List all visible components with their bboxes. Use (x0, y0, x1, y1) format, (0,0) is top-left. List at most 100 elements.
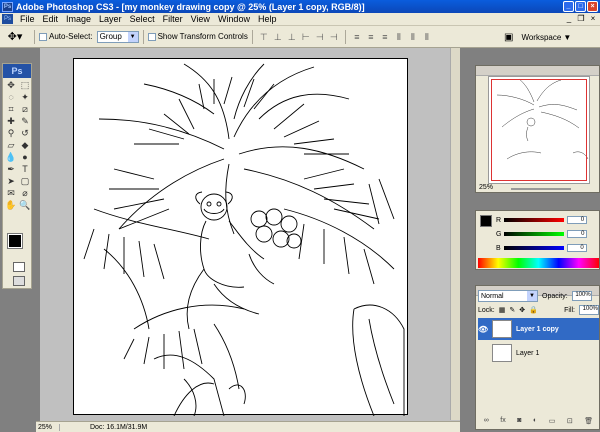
brush-tool[interactable]: ✎ (18, 115, 32, 127)
align-bottom-icon[interactable]: ⊥ (286, 31, 298, 43)
marquee-tool[interactable]: ⬚ (18, 79, 32, 91)
history-brush-tool[interactable]: ↺ (18, 127, 32, 139)
toolbox: Ps ✥ ⬚ ◌ ✦ ⌗ ⧄ ✚ ✎ ⚲ ↺ ▱ ◆ 💧 ● ✒ T ➤ ▢ ✉… (2, 63, 32, 289)
fill-input[interactable]: 100% (579, 305, 599, 315)
pen-tool[interactable]: ✒ (4, 163, 18, 175)
clone-stamp-tool[interactable]: ⚲ (4, 127, 18, 139)
navigator-zoom[interactable]: 25% (479, 184, 493, 191)
screen-mode-icon[interactable] (13, 276, 25, 286)
fx-icon[interactable]: fx (500, 417, 505, 427)
new-layer-icon[interactable]: ⊡ (567, 417, 573, 427)
chevron-down-icon: ▼ (563, 32, 572, 42)
color-panel: R 0 G 0 B 0 (475, 210, 600, 270)
distribute-top-icon[interactable]: ≡ (351, 31, 363, 43)
move-tool-icon[interactable]: ✥▾ (0, 30, 30, 43)
navigator-thumbnail[interactable] (488, 76, 590, 184)
menu-file[interactable]: File (16, 14, 39, 24)
lock-all-icon[interactable]: 🔒 (529, 306, 538, 314)
path-selection-tool[interactable]: ➤ (4, 175, 18, 187)
menu-select[interactable]: Select (126, 14, 159, 24)
lasso-tool[interactable]: ◌ (4, 91, 18, 103)
layer-row[interactable]: 👁 Layer 1 copy (478, 318, 599, 340)
menu-window[interactable]: Window (214, 14, 254, 24)
folder-icon[interactable]: ▭ (549, 417, 556, 427)
layers-panel: Normal ▼ Opacity: 100% Lock: ▦ ✎ ✥ 🔒 Fil… (475, 285, 600, 430)
move-tool[interactable]: ✥ (4, 79, 18, 91)
vertical-scrollbar[interactable] (450, 48, 460, 420)
foreground-color-swatch[interactable] (7, 233, 23, 249)
maximize-button[interactable]: □ (575, 1, 586, 12)
menu-view[interactable]: View (187, 14, 214, 24)
type-tool[interactable]: T (18, 163, 32, 175)
color-spectrum[interactable] (478, 258, 599, 268)
show-transform-checkbox[interactable] (147, 32, 156, 41)
workspace-button[interactable]: ▣ Workspace ▼ (504, 30, 600, 44)
navigator-tabs[interactable] (476, 66, 599, 76)
distribute-left-icon[interactable]: ⫴ (393, 31, 405, 43)
photoshop-app-icon: Ps (2, 1, 13, 12)
align-vcenter-icon[interactable]: ⊥ (272, 31, 284, 43)
green-slider[interactable] (504, 232, 565, 236)
slice-tool[interactable]: ⧄ (18, 103, 32, 115)
align-right-icon[interactable]: ⊣ (328, 31, 340, 43)
trash-icon[interactable]: 🗑 (584, 417, 593, 427)
doc-restore-icon[interactable]: ❐ (576, 14, 586, 24)
distribute-right-icon[interactable]: ⫴ (421, 31, 433, 43)
mask-icon[interactable]: ◙ (517, 417, 521, 427)
menu-filter[interactable]: Filter (159, 14, 187, 24)
blue-value[interactable]: 0 (566, 244, 587, 252)
opacity-input[interactable]: 100% (571, 291, 592, 301)
distribute-hcenter-icon[interactable]: ⫴ (407, 31, 419, 43)
navigator-zoom-slider[interactable] (511, 188, 571, 190)
magic-wand-tool[interactable]: ✦ (18, 91, 32, 103)
align-top-icon[interactable]: ⊤ (258, 31, 270, 43)
menu-layer[interactable]: Layer (95, 14, 126, 24)
dodge-tool[interactable]: ● (18, 151, 32, 163)
align-left-icon[interactable]: ⊢ (300, 31, 312, 43)
auto-select-label: Auto-Select: (49, 32, 93, 41)
hand-tool[interactable]: ✋ (4, 199, 18, 211)
green-value[interactable]: 0 (567, 230, 588, 238)
adjustment-icon[interactable]: ◐ (533, 417, 537, 427)
quick-mask-icon[interactable] (13, 262, 25, 272)
crop-tool[interactable]: ⌗ (4, 103, 18, 115)
menu-edit[interactable]: Edit (39, 14, 63, 24)
menu-image[interactable]: Image (62, 14, 95, 24)
layer-row[interactable]: Layer 1 (478, 342, 599, 364)
menu-help[interactable]: Help (254, 14, 281, 24)
align-hcenter-icon[interactable]: ⊣ (314, 31, 326, 43)
healing-brush-tool[interactable]: ✚ (4, 115, 18, 127)
document-icon[interactable]: Ps (2, 14, 13, 24)
close-button[interactable]: × (587, 1, 598, 12)
blur-tool[interactable]: 💧 (4, 151, 18, 163)
chevron-down-icon: ▼ (527, 291, 537, 301)
zoom-level[interactable]: 25% (36, 423, 60, 431)
paint-bucket-tool[interactable]: ◆ (18, 139, 32, 151)
eraser-tool[interactable]: ▱ (4, 139, 18, 151)
link-layers-icon[interactable]: ∞ (484, 417, 489, 427)
doc-minimize-icon[interactable]: _ (564, 14, 574, 24)
navigator-view-box[interactable] (491, 79, 587, 181)
eyedropper-tool[interactable]: ⌀ (18, 187, 32, 199)
doc-close-icon[interactable]: × (588, 14, 598, 24)
layer-thumbnail (492, 320, 512, 338)
red-slider[interactable] (504, 218, 565, 222)
minimize-button[interactable]: _ (563, 1, 574, 12)
lock-position-icon[interactable]: ✥ (519, 306, 525, 314)
lock-transparency-icon[interactable]: ▦ (499, 306, 506, 314)
blue-slider[interactable] (503, 246, 564, 250)
zoom-tool[interactable]: 🔍 (18, 199, 32, 211)
notes-tool[interactable]: ✉ (4, 187, 18, 199)
distribute-vcenter-icon[interactable]: ≡ (365, 31, 377, 43)
drawing-canvas[interactable] (73, 58, 408, 417)
shape-tool[interactable]: ▢ (18, 175, 32, 187)
lock-pixels-icon[interactable]: ✎ (509, 306, 515, 314)
color-fg-swatch[interactable] (480, 215, 492, 227)
distribute-bottom-icon[interactable]: ≡ (379, 31, 391, 43)
auto-select-checkbox[interactable] (39, 32, 47, 41)
layer-name: Layer 1 copy (516, 325, 559, 333)
auto-select-dropdown[interactable]: Group ▼ (96, 30, 139, 43)
blend-mode-dropdown[interactable]: Normal ▼ (478, 290, 538, 302)
red-value[interactable]: 0 (567, 216, 588, 224)
eye-icon[interactable]: 👁 (478, 325, 488, 334)
